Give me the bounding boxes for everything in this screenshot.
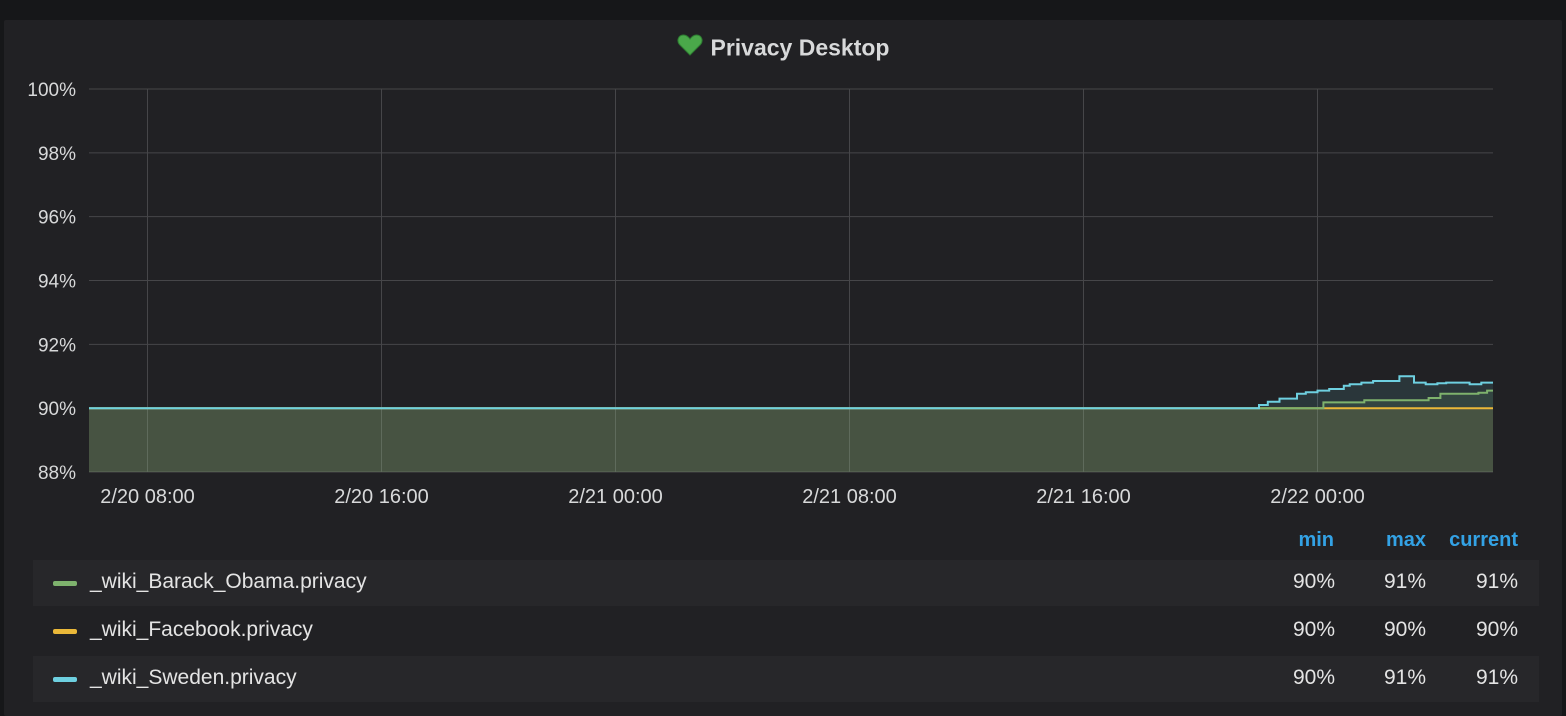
y-tick-label: 94% [38, 272, 76, 293]
legend-swatch[interactable] [53, 677, 77, 682]
x-axis-ticks: 2/20 08:00 2/20 16:00 2/21 00:00 2/21 08:00… [100, 486, 1365, 508]
legend-max-value: 91% [1383, 570, 1426, 593]
series-area [89, 376, 1493, 472]
y-axis-ticks: 88% 90% 92% 94% 96% 98% 100% [27, 80, 76, 484]
legend-current-value: 90% [1475, 618, 1518, 641]
x-tick-label: 2/22 00:00 [1270, 486, 1365, 508]
y-tick-label: 90% [38, 399, 76, 420]
legend-series-name[interactable]: _wiki_Facebook.privacy [90, 618, 313, 642]
x-tick-label: 2/20 16:00 [334, 486, 429, 508]
x-tick-label: 2/21 00:00 [568, 486, 663, 508]
legend-swatch[interactable] [53, 581, 77, 586]
y-tick-label: 96% [38, 208, 76, 229]
legend-max-value: 90% [1383, 618, 1426, 641]
y-tick-label: 92% [38, 335, 76, 356]
y-tick-label: 100% [27, 80, 76, 101]
line-chart[interactable]: 88% 90% 92% 94% 96% 98% 100% 2/20 08:00 2/20 16… [0, 0, 1566, 520]
legend-current-value: 91% [1475, 570, 1518, 593]
legend-min-value: 90% [1292, 618, 1335, 641]
x-tick-label: 2/21 08:00 [802, 486, 897, 508]
legend-min-value: 90% [1292, 570, 1335, 593]
legend-max-value: 91% [1383, 666, 1426, 689]
y-tick-label: 98% [38, 144, 76, 165]
legend-series-name[interactable]: _wiki_Sweden.privacy [90, 666, 297, 690]
legend-row-facebook[interactable]: _wiki_Facebook.privacy 90% 90% 90% [33, 608, 1539, 654]
series-areas [89, 376, 1493, 472]
legend-current-value: 91% [1475, 666, 1518, 689]
x-tick-label: 2/21 16:00 [1036, 486, 1131, 508]
x-tick-label: 2/20 08:00 [100, 486, 195, 508]
legend-row-sweden[interactable]: _wiki_Sweden.privacy 90% 91% 91% [33, 656, 1539, 702]
legend-header-min[interactable]: min [1270, 529, 1334, 552]
legend-row-obama[interactable]: _wiki_Barack_Obama.privacy 90% 91% 91% [33, 560, 1539, 606]
legend-header-max[interactable]: max [1356, 529, 1426, 552]
y-tick-label: 88% [38, 463, 76, 484]
legend-header-current[interactable]: current [1430, 529, 1518, 552]
legend-min-value: 90% [1292, 666, 1335, 689]
legend-swatch[interactable] [53, 629, 77, 634]
legend-series-name[interactable]: _wiki_Barack_Obama.privacy [90, 570, 367, 594]
